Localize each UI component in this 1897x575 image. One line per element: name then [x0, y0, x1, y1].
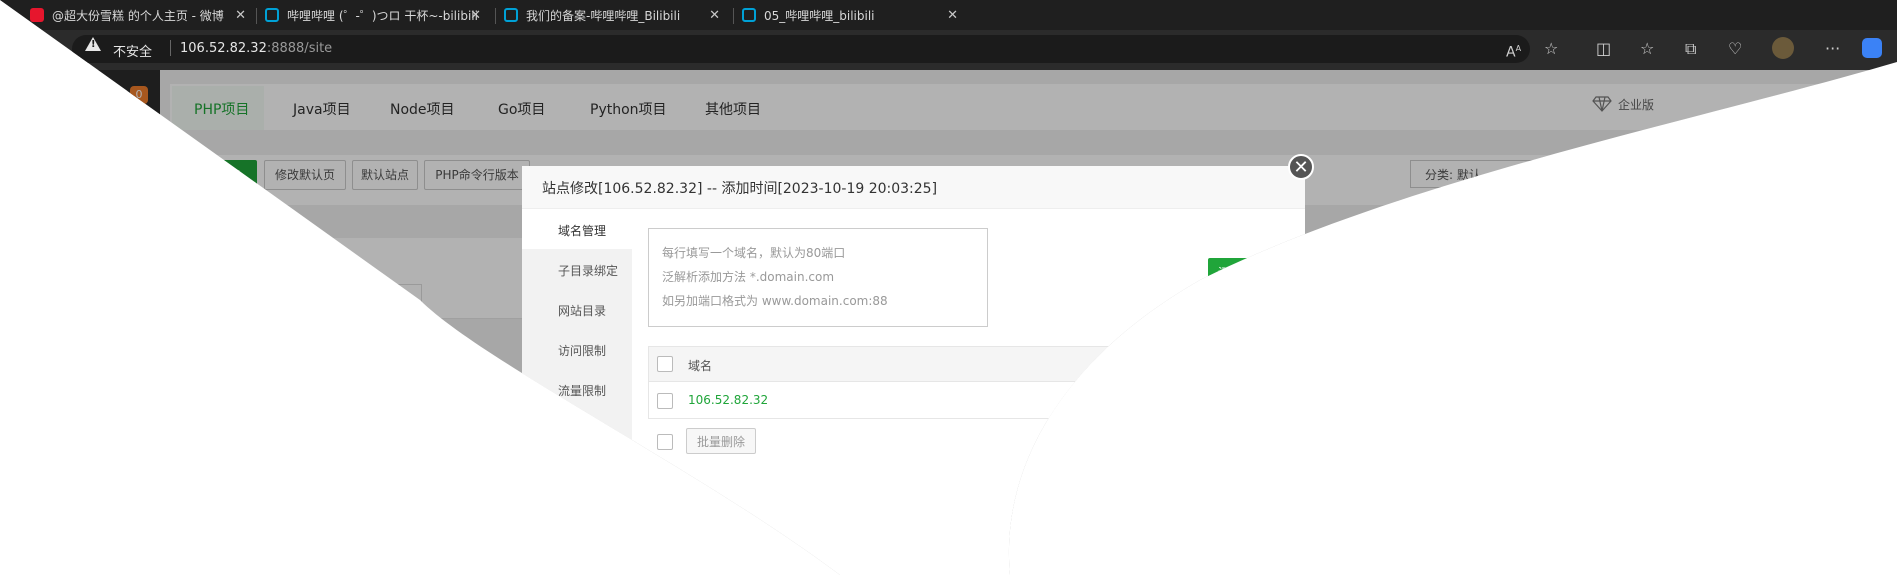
menu-site-directory[interactable]: 网站目录	[558, 302, 606, 319]
close-icon[interactable]: ✕	[1288, 154, 1314, 180]
weibo-icon	[30, 8, 44, 22]
placeholder-line: 泛解析添加方法 *.domain.com	[662, 270, 835, 284]
favorite-star-icon[interactable]: ☆	[1544, 40, 1558, 58]
security-label[interactable]: 不安全	[113, 41, 152, 60]
browser-tab-bilibili-record[interactable]: 我们的备案-哔哩哔哩_Bilibili ✕	[504, 0, 726, 30]
bilibili-icon	[265, 8, 279, 22]
browser-tab-bilibili-home[interactable]: 哔哩哔哩 (゜-゜)つロ 干杯~-bilibili ✕	[265, 0, 487, 30]
read-aloud-icon[interactable]: AA	[1506, 40, 1521, 62]
tab-separator	[495, 8, 496, 24]
close-tab-icon[interactable]: ✕	[709, 8, 720, 23]
modal-title: 站点修改[106.52.82.32] -- 添加时间[2023-10-19 20…	[542, 181, 938, 197]
placeholder-line: 如另加端口格式为 www.domain.com:88	[662, 294, 888, 308]
screenshot-scene: @超大份雪糕 的个人主页 - 微博 ✕ 哔哩哔哩 (゜-゜)つロ 干杯~-bil…	[0, 0, 1897, 575]
select-all-checkbox[interactable]	[657, 356, 673, 372]
close-tab-icon[interactable]: ✕	[470, 8, 481, 23]
left-sidebar	[0, 70, 160, 575]
split-screen-icon[interactable]: ◫	[1596, 40, 1611, 58]
menu-domain-management[interactable]: 域名管理	[558, 222, 606, 239]
row-checkbox[interactable]	[657, 393, 673, 409]
browser-tab-weibo[interactable]: @超大份雪糕 的个人主页 - 微博 ✕	[30, 0, 252, 30]
close-tab-icon[interactable]: ✕	[235, 8, 246, 23]
domain-column-header: 域名	[688, 359, 713, 373]
tab-separator	[256, 8, 257, 24]
tab-title: 我们的备案-哔哩哔哩_Bilibili	[526, 8, 681, 23]
tab-title: @超大份雪糕 的个人主页 - 微博	[52, 8, 224, 23]
menu-subdirectory-binding[interactable]: 子目录绑定	[558, 262, 618, 279]
menu-traffic-limit[interactable]: 流量限制	[558, 382, 606, 399]
menu-access-limit[interactable]: 访问限制	[558, 342, 606, 359]
tab-title: 05_哔哩哔哩_bilibili	[764, 8, 875, 23]
tab-separator	[733, 8, 734, 24]
browser-tab-strip: @超大份雪糕 的个人主页 - 微博 ✕ 哔哩哔哩 (゜-゜)つロ 干杯~-bil…	[0, 0, 1897, 30]
batch-select-checkbox[interactable]	[657, 434, 673, 450]
bilibili-icon	[742, 8, 756, 22]
url-host: 106.52.82.32	[180, 41, 267, 56]
domain-table-header	[648, 346, 1305, 382]
placeholder-line: 每行填写一个域名，默认为80端口	[662, 246, 846, 260]
collections-icon[interactable]: ⧉	[1685, 40, 1696, 58]
url-path: :8888/site	[266, 41, 333, 56]
tab-title: 哔哩哔哩 (゜-゜)つロ 干杯~-bilibili	[287, 8, 478, 23]
add-domain-button[interactable]: 添加	[1208, 258, 1254, 288]
batch-delete-button[interactable]: 批量删除	[686, 428, 756, 454]
bilibili-icon	[504, 8, 518, 22]
url-text[interactable]: 106.52.82.32:8888/site	[180, 41, 332, 56]
url-divider	[170, 40, 171, 56]
more-icon[interactable]: ···	[1825, 40, 1840, 58]
profile-avatar-icon[interactable]	[1772, 37, 1794, 59]
domain-link[interactable]: 106.52.82.32	[688, 393, 768, 407]
close-tab-icon[interactable]: ✕	[947, 8, 958, 23]
favorites-icon[interactable]: ☆	[1640, 40, 1654, 58]
copilot-icon[interactable]	[1862, 38, 1882, 58]
browser-tab-bilibili-05[interactable]: 05_哔哩哔哩_bilibili ✕	[742, 0, 964, 30]
heart-icon[interactable]: ♡	[1728, 40, 1742, 58]
warning-icon[interactable]	[85, 37, 101, 51]
